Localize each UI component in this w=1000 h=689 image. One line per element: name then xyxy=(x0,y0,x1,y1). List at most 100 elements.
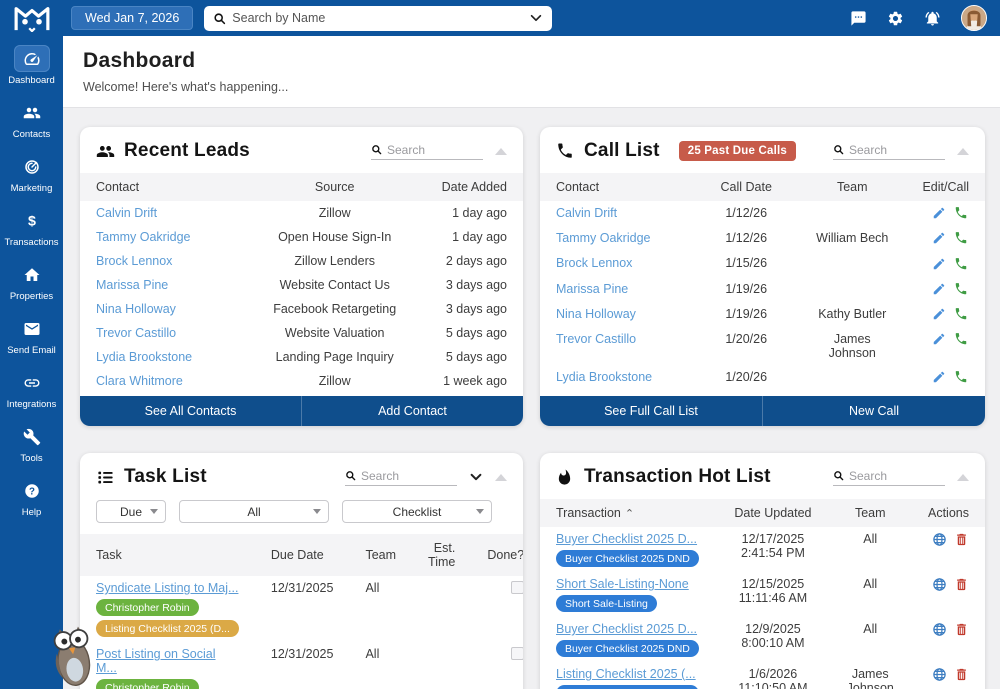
col-team[interactable]: Team xyxy=(349,534,412,576)
edit-icon[interactable] xyxy=(932,282,947,297)
col-due-date[interactable]: Due Date xyxy=(255,534,350,576)
lead-contact-link[interactable]: Calvin Drift xyxy=(96,206,157,220)
lead-contact-link[interactable]: Lydia Brookstone xyxy=(96,350,192,364)
checklist-filter-select[interactable]: Checklist xyxy=(342,500,492,523)
app-logo-owl[interactable] xyxy=(0,4,63,32)
recent-leads-search[interactable] xyxy=(371,143,483,160)
lead-contact-link[interactable]: Brock Lennox xyxy=(96,254,172,268)
delete-icon[interactable] xyxy=(954,622,969,637)
edit-icon[interactable] xyxy=(932,370,947,385)
gear-icon[interactable] xyxy=(887,10,904,27)
col-date-updated[interactable]: Date Updated xyxy=(717,499,828,527)
col-edit-call[interactable]: Edit/Call xyxy=(906,173,985,201)
col-source[interactable]: Source xyxy=(257,173,412,201)
globe-icon[interactable] xyxy=(932,532,947,547)
call-contact-link[interactable]: Calvin Drift xyxy=(556,206,617,220)
call-icon[interactable] xyxy=(954,370,969,385)
col-call-date[interactable]: Call Date xyxy=(694,173,798,201)
transaction-link[interactable]: Buyer Checklist 2025 D... xyxy=(556,622,697,636)
new-call-button[interactable]: New Call xyxy=(762,396,985,426)
scroll-top-icon[interactable] xyxy=(495,148,507,155)
scroll-top-icon[interactable] xyxy=(957,474,969,481)
col-contact[interactable]: Contact xyxy=(80,173,257,201)
sidebar-item-contacts[interactable]: Contacts xyxy=(0,99,63,140)
avatar[interactable] xyxy=(961,5,987,31)
edit-icon[interactable] xyxy=(932,206,947,221)
hot-list-search[interactable] xyxy=(833,469,945,486)
call-contact-link[interactable]: Brock Lennox xyxy=(556,256,632,270)
chevron-down-icon[interactable] xyxy=(529,11,543,25)
team-filter-select[interactable]: All xyxy=(179,500,329,523)
delete-icon[interactable] xyxy=(954,532,969,547)
edit-icon[interactable] xyxy=(932,307,947,322)
lead-contact-link[interactable]: Trevor Castillo xyxy=(96,326,176,340)
sidebar-item-dashboard[interactable]: Dashboard xyxy=(0,45,63,86)
call-icon[interactable] xyxy=(954,206,969,221)
col-done[interactable]: Done? xyxy=(471,534,523,576)
done-checkbox[interactable] xyxy=(511,581,523,594)
col-transaction[interactable]: Transaction⌃ xyxy=(540,499,717,527)
call-contact-link[interactable]: Tammy Oakridge xyxy=(556,231,650,245)
chevron-down-icon[interactable] xyxy=(469,470,483,484)
see-all-contacts-button[interactable]: See All Contacts xyxy=(80,396,301,426)
globe-icon[interactable] xyxy=(932,667,947,682)
col-date-added[interactable]: Date Added xyxy=(412,173,523,201)
call-icon[interactable] xyxy=(954,332,969,347)
col-est-time[interactable]: Est. Time xyxy=(412,534,471,576)
delete-icon[interactable] xyxy=(954,577,969,592)
call-contact-link[interactable]: Marissa Pine xyxy=(556,282,628,296)
call-list-search[interactable] xyxy=(833,143,945,160)
date-button[interactable]: Wed Jan 7, 2026 xyxy=(71,6,193,30)
global-search[interactable] xyxy=(204,6,552,31)
lead-contact-link[interactable]: Clara Whitmore xyxy=(96,374,183,388)
task-list-search-input[interactable] xyxy=(361,469,431,483)
see-full-call-list-button[interactable]: See Full Call List xyxy=(540,396,762,426)
scroll-top-icon[interactable] xyxy=(957,148,969,155)
globe-icon[interactable] xyxy=(932,622,947,637)
lead-contact-link[interactable]: Tammy Oakridge xyxy=(96,230,190,244)
col-actions[interactable]: Actions xyxy=(912,499,985,527)
sidebar-item-marketing[interactable]: Marketing xyxy=(0,153,63,194)
col-team[interactable]: Team xyxy=(798,173,906,201)
chat-icon[interactable] xyxy=(850,10,867,27)
call-icon[interactable] xyxy=(954,282,969,297)
call-contact-link[interactable]: Lydia Brookstone xyxy=(556,370,652,384)
sidebar-item-send-email[interactable]: Send Email xyxy=(0,315,63,356)
edit-icon[interactable] xyxy=(932,332,947,347)
sidebar-item-integrations[interactable]: Integrations xyxy=(0,369,63,410)
scroll-top-icon[interactable] xyxy=(495,474,507,481)
edit-icon[interactable] xyxy=(932,231,947,246)
lead-contact-link[interactable]: Nina Holloway xyxy=(96,302,176,316)
col-contact[interactable]: Contact xyxy=(540,173,694,201)
col-task[interactable]: Task xyxy=(80,534,255,576)
add-contact-button[interactable]: Add Contact xyxy=(301,396,523,426)
sidebar-item-tools[interactable]: Tools xyxy=(0,423,63,464)
globe-icon[interactable] xyxy=(932,577,947,592)
edit-icon[interactable] xyxy=(932,257,947,272)
global-search-input[interactable] xyxy=(232,11,523,25)
due-filter-select[interactable]: Due xyxy=(96,500,166,523)
delete-icon[interactable] xyxy=(954,667,969,682)
lead-contact-link[interactable]: Marissa Pine xyxy=(96,278,168,292)
transaction-link[interactable]: Buyer Checklist 2025 D... xyxy=(556,532,697,546)
done-checkbox[interactable] xyxy=(511,647,523,660)
call-list-search-input[interactable] xyxy=(849,143,919,157)
call-icon[interactable] xyxy=(954,231,969,246)
sidebar-item-transactions[interactable]: $Transactions xyxy=(0,207,63,248)
call-contact-link[interactable]: Nina Holloway xyxy=(556,307,636,321)
sidebar-item-properties[interactable]: Properties xyxy=(0,261,63,302)
task-link[interactable]: Syndicate Listing to Maj... xyxy=(96,581,238,595)
transaction-link[interactable]: Listing Checklist 2025 (... xyxy=(556,667,696,681)
task-list-search[interactable] xyxy=(345,469,457,486)
recent-leads-search-input[interactable] xyxy=(387,143,457,157)
sidebar-item-help[interactable]: ?Help xyxy=(0,477,63,518)
call-icon[interactable] xyxy=(954,257,969,272)
call-contact-link[interactable]: Trevor Castillo xyxy=(556,332,636,346)
col-team[interactable]: Team xyxy=(829,499,912,527)
call-list-title: Call List 25 Past Due Calls xyxy=(556,140,796,162)
transaction-link[interactable]: Short Sale-Listing-None xyxy=(556,577,689,591)
bell-icon[interactable] xyxy=(924,10,941,27)
hot-list-search-input[interactable] xyxy=(849,469,919,483)
call-icon[interactable] xyxy=(954,307,969,322)
task-link[interactable]: Post Listing on Social M... xyxy=(96,647,239,675)
